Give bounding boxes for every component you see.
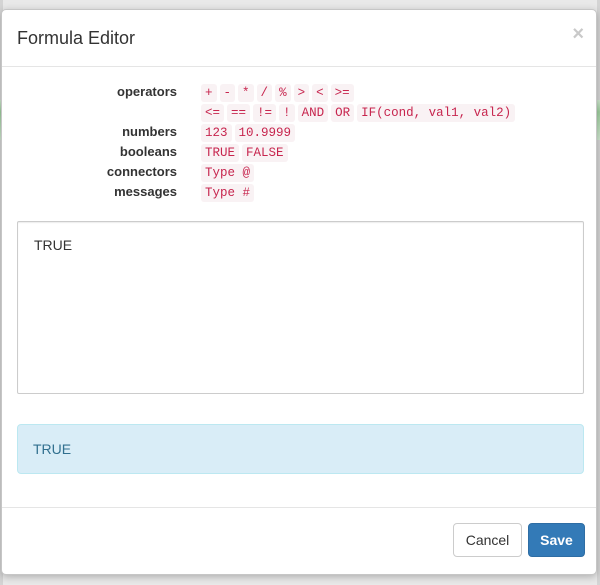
operator-chip: AND xyxy=(297,104,329,122)
legend-label-operators: operators xyxy=(117,84,177,99)
operator-chip: + xyxy=(201,84,217,102)
number-chips: 123 10.9999 xyxy=(201,123,298,142)
operator-chip: <= xyxy=(201,104,225,122)
operator-chip: % xyxy=(275,84,291,102)
operator-chip: OR xyxy=(331,104,355,122)
operator-chip: ! xyxy=(279,104,295,122)
boolean-chip: FALSE xyxy=(242,144,288,162)
connector-chips: Type @ xyxy=(201,163,257,182)
operator-chip: > xyxy=(293,84,310,102)
connector-chip: Type @ xyxy=(201,164,255,182)
operator-chip: * xyxy=(238,84,254,102)
legend-label-messages: messages xyxy=(114,184,177,199)
close-icon[interactable]: × xyxy=(572,24,584,44)
operator-chips-line2: <= == !=! AND OR IF(cond, val1, val2) xyxy=(201,103,518,122)
boolean-chip: TRUE xyxy=(201,144,240,162)
operator-chip: IF(cond, val1, val2) xyxy=(357,104,516,122)
dialog-footer: Cancel Save xyxy=(2,507,596,574)
formula-result: TRUE xyxy=(17,424,584,474)
operator-chips-line1: + - * /% > < >= xyxy=(201,83,357,102)
operator-chip: < xyxy=(312,84,328,102)
dialog-header: Formula Editor × xyxy=(2,10,596,67)
formula-textarea[interactable]: TRUE xyxy=(17,221,584,394)
operator-chip: >= xyxy=(330,84,354,102)
message-chip: Type # xyxy=(201,184,255,202)
formula-editor-dialog: Formula Editor × operators + - * /% > < >= <= =… xyxy=(1,9,597,575)
operator-chip: / xyxy=(256,84,273,102)
legend-label-booleans: booleans xyxy=(119,144,177,159)
dialog-title: Formula Editor xyxy=(17,28,136,48)
number-chip: 10.9999 xyxy=(234,124,296,142)
number-chip: 123 xyxy=(201,124,232,142)
operator-chip: - xyxy=(219,84,236,102)
operator-chip: == xyxy=(227,104,251,122)
save-button[interactable]: Save xyxy=(528,523,585,557)
operator-chip: != xyxy=(253,104,277,122)
cancel-button[interactable]: Cancel xyxy=(453,523,522,557)
legend-label-numbers: numbers xyxy=(122,124,177,139)
boolean-chips: TRUE FALSE xyxy=(201,143,291,162)
message-chips: Type # xyxy=(201,183,257,202)
legend-label-connectors: connectors xyxy=(106,164,177,179)
